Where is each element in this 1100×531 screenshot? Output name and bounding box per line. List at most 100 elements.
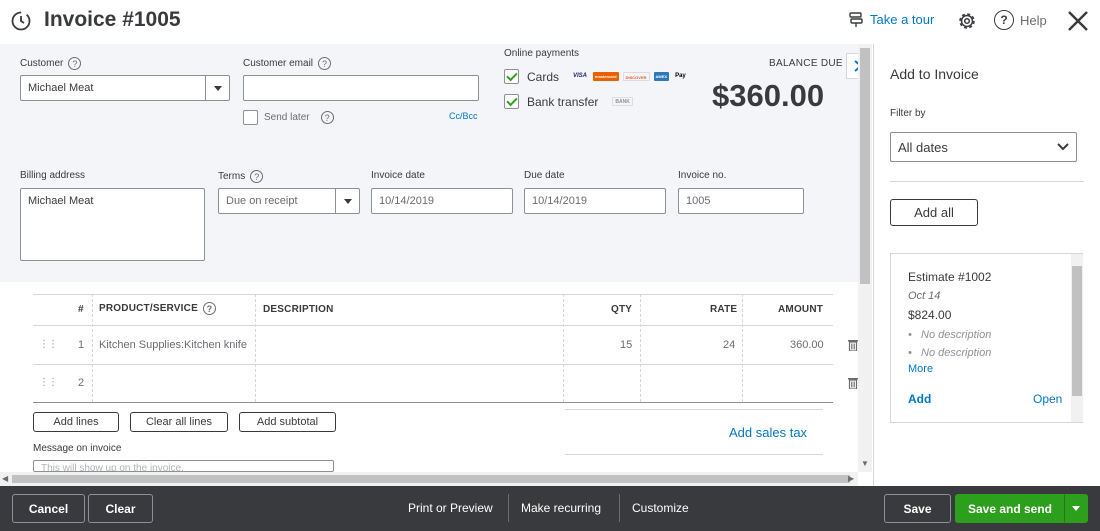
- customer-value: Michael Meat: [28, 82, 94, 94]
- chevron-down-icon[interactable]: [205, 76, 229, 100]
- page-title: Invoice #1005: [44, 8, 181, 31]
- help-button[interactable]: ? Help: [994, 10, 1047, 30]
- send-later-label: Send later: [264, 112, 310, 123]
- estimate-date: Oct 14: [908, 290, 941, 302]
- estimate-title: Estimate #1002: [908, 270, 992, 284]
- cc-bcc-link[interactable]: Cc/Bcc: [449, 111, 478, 121]
- cards-checkbox[interactable]: [504, 69, 519, 84]
- help-icon[interactable]: ?: [202, 302, 216, 315]
- bank-transfer-checkbox[interactable]: [504, 94, 519, 109]
- print-preview-link[interactable]: Print or Preview: [408, 501, 493, 515]
- customer-select[interactable]: Michael Meat: [20, 75, 230, 101]
- chevron-down-icon: [1072, 506, 1080, 511]
- column-header-num: #: [78, 304, 84, 315]
- cards-row: Cards VISA mastercard DISCOVER AMEX Pay: [504, 69, 688, 84]
- invoice-date-input[interactable]: 10/14/2019: [371, 188, 513, 214]
- customer-email-label-row: Customer email?: [243, 57, 332, 70]
- help-icon: ?: [994, 10, 1014, 30]
- estimate-status: Open: [1033, 392, 1063, 406]
- billing-address-label: Billing address: [20, 170, 86, 181]
- close-icon[interactable]: [1066, 9, 1090, 33]
- vertical-scrollbar-thumb[interactable]: [860, 48, 870, 284]
- product-cell[interactable]: Kitchen Supplies:Kitchen knife: [99, 339, 247, 351]
- terms-select[interactable]: Due on receipt: [218, 188, 360, 214]
- make-recurring-link[interactable]: Make recurring: [521, 501, 601, 515]
- help-label: Help: [1020, 12, 1047, 28]
- estimate-more-link[interactable]: More: [908, 363, 933, 375]
- take-tour-label: Take a tour: [870, 11, 935, 27]
- balance-due-amount: $360.00: [712, 78, 825, 113]
- rate-cell[interactable]: 24: [723, 339, 735, 351]
- amount-cell: 360.00: [790, 339, 824, 351]
- message-input[interactable]: This will show up on the invoice.: [33, 460, 334, 472]
- drag-handle-icon[interactable]: ⋮⋮: [39, 377, 58, 388]
- invoice-date-label: Invoice date: [371, 170, 425, 181]
- trash-icon[interactable]: [848, 377, 858, 389]
- drag-handle-icon[interactable]: ⋮⋮: [39, 339, 58, 350]
- save-button[interactable]: Save: [884, 494, 951, 523]
- estimate-item: • No description: [908, 347, 992, 359]
- bank-transfer-label: Bank transfer: [527, 94, 599, 109]
- scroll-down-icon[interactable]: ▼: [861, 459, 869, 468]
- customer-email-label: Customer email: [243, 58, 314, 70]
- amex-icon: AMEX: [653, 72, 670, 81]
- qty-cell[interactable]: 15: [620, 339, 632, 351]
- cards-label: Cards: [527, 69, 560, 84]
- message-label: Message on invoice: [33, 443, 122, 454]
- recent-transactions-icon[interactable]: [10, 10, 32, 32]
- balance-due-label: BALANCE DUE: [769, 58, 843, 69]
- help-icon[interactable]: ?: [68, 57, 82, 70]
- invoice-no-input[interactable]: 1005: [678, 188, 804, 214]
- gear-icon[interactable]: [956, 10, 978, 32]
- column-header-amount: AMOUNT: [778, 304, 824, 315]
- column-header-rate: RATE: [710, 304, 738, 315]
- apple-pay-icon: Pay: [675, 73, 686, 79]
- row-number: 2: [78, 377, 85, 389]
- scroll-right-icon[interactable]: ▶: [848, 474, 854, 483]
- save-and-send-button[interactable]: Save and send: [955, 494, 1065, 523]
- scroll-left-icon[interactable]: ◀: [2, 474, 8, 483]
- clear-all-lines-button[interactable]: Clear all lines: [130, 412, 228, 432]
- terms-label: Terms: [218, 171, 246, 183]
- add-subtotal-button[interactable]: Add subtotal: [239, 412, 336, 432]
- visa-icon: VISA: [573, 73, 588, 79]
- send-later-checkbox[interactable]: [243, 110, 258, 125]
- totals-top-border: [565, 409, 823, 410]
- customize-link[interactable]: Customize: [632, 501, 689, 515]
- billing-address-input[interactable]: Michael Meat: [20, 188, 205, 261]
- chevron-down-icon[interactable]: [335, 189, 359, 213]
- bank-icon: BANK: [612, 97, 633, 106]
- estimate-add-link[interactable]: Add: [908, 392, 931, 406]
- take-tour-link[interactable]: Take a tour: [848, 11, 934, 27]
- invoice-no-label: Invoice no.: [678, 170, 727, 181]
- table-bottom-border: [33, 402, 833, 403]
- terms-label-row: Terms?: [218, 170, 264, 183]
- mastercard-icon: mastercard: [593, 72, 619, 81]
- help-icon[interactable]: ?: [250, 170, 264, 183]
- filter-value: All dates: [898, 139, 948, 155]
- discover-icon: DISCOVER: [622, 72, 650, 81]
- help-icon[interactable]: ?: [320, 111, 334, 124]
- signpost-icon: [849, 12, 863, 27]
- footer-divider: [619, 494, 620, 522]
- add-all-button[interactable]: Add all: [890, 199, 978, 226]
- clear-button[interactable]: Clear: [88, 494, 153, 523]
- add-sales-tax-link[interactable]: Add sales tax: [729, 425, 807, 440]
- trash-icon[interactable]: [848, 339, 858, 351]
- terms-value: Due on receipt: [226, 195, 298, 207]
- estimate-item-text: No description: [921, 329, 992, 341]
- estimate-item-text: No description: [921, 347, 992, 359]
- cancel-button[interactable]: Cancel: [12, 494, 85, 523]
- horizontal-scrollbar-thumb[interactable]: [12, 475, 850, 483]
- column-header-product: PRODUCT/SERVICE?: [99, 302, 216, 315]
- card-logos: VISA mastercard DISCOVER AMEX Pay: [571, 72, 688, 81]
- due-date-input[interactable]: 10/14/2019: [524, 188, 666, 214]
- filter-select[interactable]: All dates: [890, 132, 1077, 162]
- panel-title: Add to Invoice: [890, 66, 979, 82]
- save-options-dropdown[interactable]: [1064, 494, 1088, 523]
- customer-email-input[interactable]: [243, 75, 479, 101]
- add-lines-button[interactable]: Add lines: [33, 412, 119, 432]
- help-icon[interactable]: ?: [318, 57, 332, 70]
- card-scrollbar-thumb[interactable]: [1072, 266, 1082, 396]
- table-row[interactable]: [33, 365, 833, 402]
